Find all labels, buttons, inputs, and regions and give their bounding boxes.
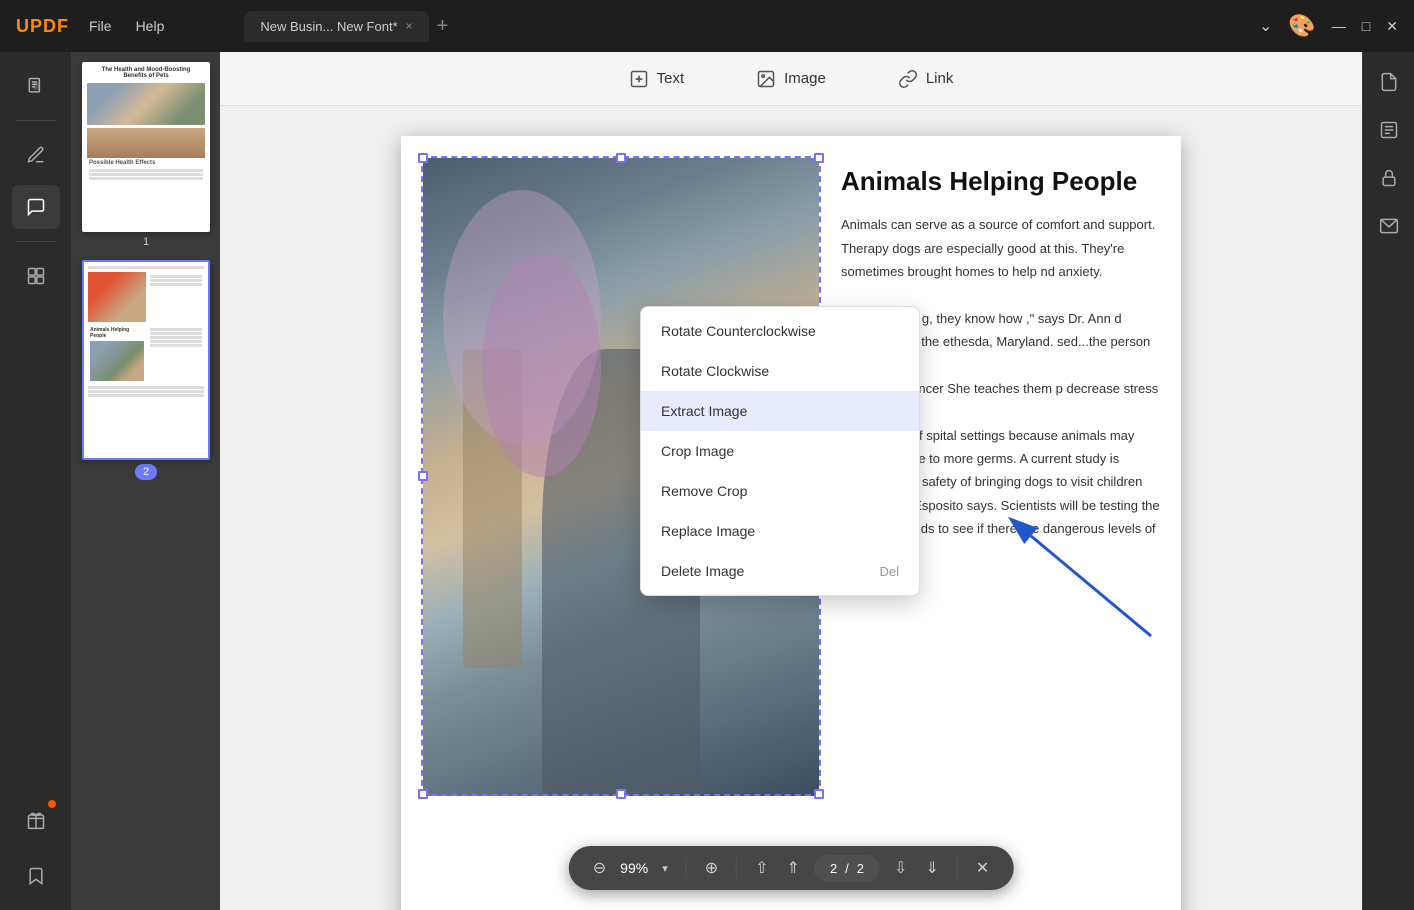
menu-extract-label: Extract Image bbox=[661, 403, 747, 419]
handle-top-mid[interactable] bbox=[616, 153, 626, 163]
sidebar-item-organize[interactable] bbox=[12, 254, 60, 298]
content-area: Text Image Link bbox=[220, 52, 1362, 910]
minimize-button[interactable]: — bbox=[1332, 18, 1346, 35]
right-sidebar-pdfa[interactable] bbox=[1371, 112, 1407, 148]
thumbnail-image-1: The Health and Mood-BoostingBenefits of … bbox=[82, 62, 210, 232]
thumbnail-label-1: 1 bbox=[143, 236, 149, 248]
page-top-button[interactable]: ⇑ bbox=[783, 854, 804, 882]
link-icon bbox=[898, 69, 918, 89]
divider-3 bbox=[957, 858, 958, 878]
menu-replace-image[interactable]: Replace Image bbox=[641, 511, 919, 551]
menu-remove-crop[interactable]: Remove Crop bbox=[641, 471, 919, 511]
bottom-toolbar: ⊖ 99% ▾ ⊕ ⇧ ⇑ 2 / 2 ⇩ ⇓ ✕ bbox=[569, 846, 1014, 890]
top-toolbar: Text Image Link bbox=[220, 52, 1362, 106]
titlebar-right: ⌄ 🎨 — □ ✕ bbox=[1259, 13, 1398, 39]
titlebar-menu: File Help bbox=[89, 18, 164, 34]
zoom-in-button[interactable]: ⊕ bbox=[701, 854, 722, 882]
menu-crop-label: Crop Image bbox=[661, 443, 734, 459]
toolbar-link[interactable]: Link bbox=[882, 61, 970, 97]
handle-top-left[interactable] bbox=[418, 153, 428, 163]
sidebar-item-comment[interactable] bbox=[12, 185, 60, 229]
text-icon bbox=[629, 69, 649, 89]
right-sidebar-mail[interactable] bbox=[1371, 208, 1407, 244]
menu-crop-image[interactable]: Crop Image bbox=[641, 431, 919, 471]
handle-bottom-mid[interactable] bbox=[616, 789, 626, 799]
menu-file[interactable]: File bbox=[89, 18, 112, 34]
sidebar-item-bookmark[interactable] bbox=[12, 854, 60, 898]
close-toolbar-button[interactable]: ✕ bbox=[972, 854, 993, 882]
thumbnail-panel: The Health and Mood-BoostingBenefits of … bbox=[72, 52, 220, 910]
sidebar-item-gift[interactable] bbox=[12, 798, 60, 842]
left-sidebar bbox=[0, 52, 72, 910]
menu-rotate-ccw[interactable]: Rotate Counterclockwise bbox=[641, 311, 919, 351]
context-menu: Rotate Counterclockwise Rotate Clockwise… bbox=[640, 306, 920, 596]
sidebar-divider-2 bbox=[16, 241, 56, 242]
maximize-button[interactable]: □ bbox=[1362, 18, 1370, 35]
thumbnail-label-2: 2 bbox=[135, 464, 157, 480]
main-layout: The Health and Mood-BoostingBenefits of … bbox=[0, 52, 1414, 910]
article-title: Animals Helping People bbox=[841, 166, 1161, 197]
thumbnail-page-1[interactable]: The Health and Mood-BoostingBenefits of … bbox=[80, 62, 212, 248]
toolbar-image[interactable]: Image bbox=[740, 61, 842, 97]
page-up-button[interactable]: ⇧ bbox=[751, 854, 772, 882]
handle-mid-left[interactable] bbox=[418, 471, 428, 481]
zoom-dropdown-button[interactable]: ▾ bbox=[658, 858, 672, 879]
menu-replace-label: Replace Image bbox=[661, 523, 755, 539]
toolbar-link-label: Link bbox=[926, 70, 954, 87]
tab-add[interactable]: + bbox=[437, 15, 449, 38]
menu-rotate-ccw-label: Rotate Counterclockwise bbox=[661, 323, 816, 339]
handle-top-right[interactable] bbox=[814, 153, 824, 163]
content-scroll[interactable]: Animals Helping People Animals can serve… bbox=[220, 106, 1362, 910]
close-button[interactable]: ✕ bbox=[1386, 18, 1398, 35]
toolbar-text-label: Text bbox=[657, 70, 685, 87]
page-separator: / bbox=[845, 861, 849, 876]
window-controls: — □ ✕ bbox=[1332, 18, 1398, 35]
toolbar-text[interactable]: Text bbox=[613, 61, 701, 97]
zoom-out-button[interactable]: ⊖ bbox=[589, 854, 610, 882]
menu-help[interactable]: Help bbox=[136, 18, 165, 34]
article-para-2: homes to help nd anxiety. bbox=[955, 264, 1102, 279]
page-current: 2 bbox=[830, 861, 837, 876]
titlebar: UPDF File Help New Busin... New Font* × … bbox=[0, 0, 1414, 52]
right-sidebar-lock[interactable] bbox=[1371, 160, 1407, 196]
tab-close[interactable]: × bbox=[406, 19, 413, 33]
menu-rotate-cw[interactable]: Rotate Clockwise bbox=[641, 351, 919, 391]
menu-rotate-cw-label: Rotate Clockwise bbox=[661, 363, 769, 379]
menu-delete-image[interactable]: Delete Image Del bbox=[641, 551, 919, 591]
divider-1 bbox=[686, 858, 687, 878]
page-bottom-button[interactable]: ⇓ bbox=[921, 854, 942, 882]
chevron-down-icon[interactable]: ⌄ bbox=[1259, 16, 1272, 36]
zoom-level: 99% bbox=[620, 860, 648, 876]
gift-badge bbox=[48, 800, 56, 808]
sidebar-item-pages[interactable] bbox=[12, 64, 60, 108]
sidebar-divider-1 bbox=[16, 120, 56, 121]
app-logo: UPDF bbox=[16, 16, 69, 37]
toolbar-image-label: Image bbox=[784, 70, 826, 87]
tab-active[interactable]: New Busin... New Font* × bbox=[244, 11, 428, 42]
sidebar-gift-wrap bbox=[12, 798, 60, 842]
titlebar-tabs: New Busin... New Font* × + bbox=[244, 11, 448, 42]
page-down-button[interactable]: ⇩ bbox=[890, 854, 911, 882]
handle-bottom-right[interactable] bbox=[814, 789, 824, 799]
page-total: 2 bbox=[857, 861, 864, 876]
thumbnail-page-2[interactable]: Animals Helping People bbox=[80, 260, 212, 480]
sidebar-item-edit[interactable] bbox=[12, 133, 60, 177]
image-icon bbox=[756, 69, 776, 89]
thumbnail-image-2: Animals Helping People bbox=[82, 260, 210, 460]
menu-remove-crop-label: Remove Crop bbox=[661, 483, 747, 499]
tab-name: New Busin... New Font* bbox=[260, 19, 397, 34]
right-sidebar bbox=[1362, 52, 1414, 910]
handle-bottom-left[interactable] bbox=[418, 789, 428, 799]
right-sidebar-doc[interactable] bbox=[1371, 64, 1407, 100]
menu-extract-image[interactable]: Extract Image bbox=[641, 391, 919, 431]
avatar-icon[interactable]: 🎨 bbox=[1288, 13, 1315, 39]
page-indicator: 2 / 2 bbox=[814, 855, 880, 882]
menu-delete-label: Delete Image bbox=[661, 563, 744, 579]
menu-delete-shortcut: Del bbox=[879, 564, 899, 579]
divider-2 bbox=[736, 858, 737, 878]
